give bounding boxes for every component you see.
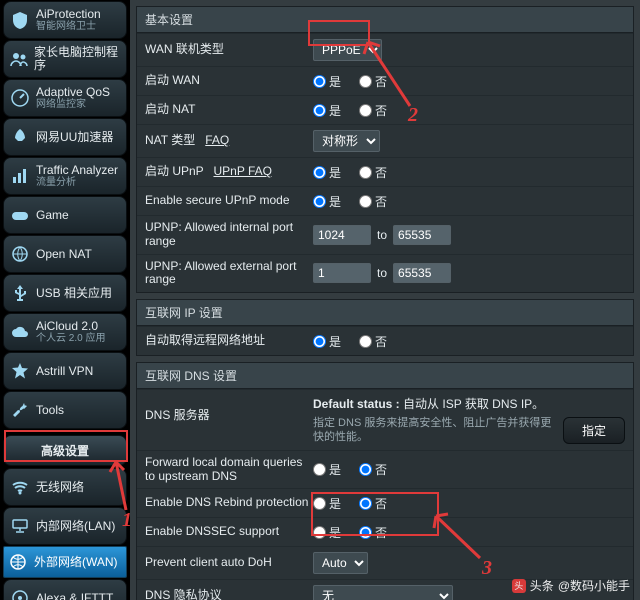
sidebar-item-rocket[interactable]: 网易UU加速器 (3, 118, 127, 156)
sidebar-item-usb[interactable]: USB 相关应用 (3, 274, 127, 312)
watermark-author: @数码小能手 (558, 577, 630, 594)
smart-icon (10, 588, 30, 600)
sidebar-item-label: Tools (36, 404, 64, 417)
rocket-icon (10, 127, 30, 147)
sidebar-item-label: Game (36, 209, 69, 222)
sidebar-item-label: Astrill VPN (36, 365, 93, 378)
gamepad-icon (10, 205, 30, 225)
sidebar-item-label: 内部网络(LAN) (36, 520, 115, 533)
dnssec-radio[interactable]: 是 否 (313, 524, 625, 541)
dns-server-label: DNS 服务器 (145, 395, 313, 423)
sidebar-item-gauge[interactable]: Adaptive QoS网络监控家 (3, 79, 127, 117)
sidebar-item-wan[interactable]: 外部网络(WAN) (3, 546, 127, 578)
sidebar-item-wifi[interactable]: 无线网络 (3, 468, 127, 506)
upnp-external-from[interactable] (313, 263, 371, 283)
sidebar-item-label: 外部网络(WAN) (34, 556, 118, 569)
sidebar-item-cloud[interactable]: AiCloud 2.0个人云 2.0 应用 (3, 313, 127, 351)
dns-privacy-label: DNS 隐私协议 (145, 589, 313, 600)
usb-icon (10, 283, 30, 303)
auto-ip-label: 自动取得远程网络地址 (145, 334, 313, 348)
section-dns: 互联网 DNS 设置 DNS 服务器 Default status : 自动从 … (136, 362, 634, 600)
sidebar-item-people[interactable]: 家长电脑控制程序 (3, 40, 127, 78)
dns-privacy-select[interactable]: 无 (313, 585, 453, 600)
enable-nat-radio[interactable]: 是 否 (313, 102, 625, 119)
sidebar-item-label: USB 相关应用 (36, 287, 112, 300)
upnp-external-label: UPNP: Allowed external port range (145, 260, 313, 288)
sidebar-item-bars[interactable]: Traffic Analyzer流量分析 (3, 157, 127, 195)
secure-upnp-radio[interactable]: 是 否 (313, 193, 625, 210)
nat-faq-link[interactable]: FAQ (205, 133, 229, 147)
dns-default-status-label: Default status : (313, 397, 400, 411)
section-dns-header: 互联网 DNS 设置 (137, 363, 633, 389)
sidebar-item-label: Open NAT (36, 248, 92, 261)
wan-type-select[interactable]: PPPoE (313, 39, 382, 61)
dns-server-note: 指定 DNS 服务来提高安全性、阻止广告并获得更快的性能。 (313, 416, 563, 445)
watermark-brand: 头条 (530, 577, 554, 594)
dns-rebind-label: Enable DNS Rebind protection (145, 496, 313, 510)
sidebar-item-label: 网易UU加速器 (36, 131, 113, 144)
sidebar-advanced-header: 高级设置 (3, 435, 127, 466)
sidebar-item-globe[interactable]: Open NAT (3, 235, 127, 273)
secure-upnp-label: Enable secure UPnP mode (145, 194, 313, 208)
auto-ip-radio[interactable]: 是 否 (313, 333, 625, 350)
enable-nat-label: 启动 NAT (145, 103, 313, 117)
upnp-internal-label: UPNP: Allowed internal port range (145, 221, 313, 249)
enable-upnp-label: 启动 UPnP UPnP FAQ (145, 165, 313, 179)
upnp-internal-to[interactable] (393, 225, 451, 245)
wrench-icon (10, 400, 30, 420)
star-icon (10, 361, 30, 381)
sidebar-item-label: AiProtection智能网络卫士 (36, 8, 101, 32)
upnp-internal-from[interactable] (313, 225, 371, 245)
wifi-icon (10, 477, 30, 497)
doh-select[interactable]: Auto (313, 552, 368, 574)
wan-icon (8, 552, 28, 572)
people-icon (10, 49, 28, 69)
enable-upnp-radio[interactable]: 是 否 (313, 164, 625, 181)
sidebar-item-smart[interactable]: Alexa & IFTTT (3, 579, 127, 600)
globe-icon (10, 244, 30, 264)
dns-forward-label: Forward local domain queries to upstream… (145, 456, 313, 484)
main-content: 基本设置 WAN 联机类型 PPPoE 启动 WAN 是 否 启动 NAT (130, 0, 640, 600)
enable-wan-label: 启动 WAN (145, 74, 313, 88)
sidebar-item-wrench[interactable]: Tools (3, 391, 127, 429)
sidebar-item-label: Traffic Analyzer流量分析 (36, 164, 118, 188)
sidebar-item-star[interactable]: Astrill VPN (3, 352, 127, 390)
dns-default-status-text: 自动从 ISP 获取 DNS IP。 (403, 397, 544, 411)
upnp-faq-link[interactable]: UPnP FAQ (213, 164, 271, 178)
lan-icon (10, 516, 30, 536)
sidebar-item-label: Adaptive QoS网络监控家 (36, 86, 110, 110)
gauge-icon (10, 88, 30, 108)
nat-type-label: NAT 类型 FAQ (145, 134, 313, 148)
doh-label: Prevent client auto DoH (145, 556, 313, 570)
bars-icon (10, 166, 30, 186)
nat-type-select[interactable]: 对称形 (313, 130, 380, 152)
sidebar-item-label: Alexa & IFTTT (36, 592, 113, 600)
dns-assign-button[interactable]: 指定 (563, 417, 625, 444)
sidebar-item-label: 家长电脑控制程序 (34, 46, 120, 72)
cloud-icon (10, 322, 30, 342)
section-ip: 互联网 IP 设置 自动取得远程网络地址 是 否 (136, 299, 634, 356)
wan-type-label: WAN 联机类型 (145, 43, 313, 57)
upnp-external-to[interactable] (393, 263, 451, 283)
sidebar-item-lan[interactable]: 内部网络(LAN) (3, 507, 127, 545)
sidebar-item-gamepad[interactable]: Game (3, 196, 127, 234)
sidebar-item-label: AiCloud 2.0个人云 2.0 应用 (36, 320, 105, 344)
dnssec-label: Enable DNSSEC support (145, 525, 313, 539)
sidebar: AiProtection智能网络卫士家长电脑控制程序 Adaptive QoS网络… (0, 0, 130, 600)
dns-forward-radio[interactable]: 是 否 (313, 461, 625, 478)
shield-icon (10, 10, 30, 30)
dns-rebind-radio[interactable]: 是 否 (313, 495, 625, 512)
watermark-icon: 头 (512, 579, 526, 593)
section-basic: 基本设置 WAN 联机类型 PPPoE 启动 WAN 是 否 启动 NAT (136, 6, 634, 293)
sidebar-item-label: 无线网络 (36, 481, 84, 494)
section-basic-header: 基本设置 (137, 7, 633, 33)
sidebar-item-shield[interactable]: AiProtection智能网络卫士 (3, 1, 127, 39)
section-ip-header: 互联网 IP 设置 (137, 300, 633, 326)
watermark: 头 头条 @数码小能手 (512, 577, 630, 594)
enable-wan-radio[interactable]: 是 否 (313, 73, 625, 90)
